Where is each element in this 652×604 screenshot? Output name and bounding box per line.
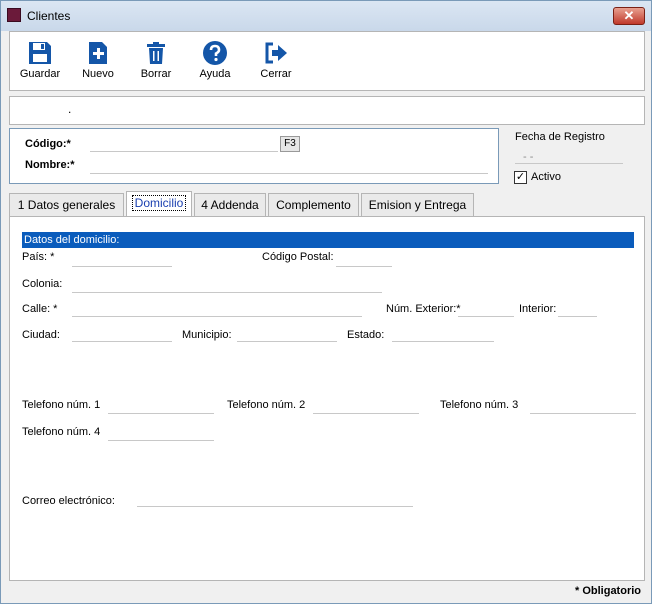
- correo-label: Correo electrónico:: [22, 495, 115, 507]
- activo-checkbox[interactable]: ✓: [514, 171, 527, 184]
- estado-label: Estado:: [347, 329, 385, 341]
- municipio-field[interactable]: [237, 341, 337, 342]
- calle-label: Calle: *: [22, 303, 58, 315]
- tab-bar: 1 Datos generales Domicilio 4 Addenda Co…: [9, 191, 649, 218]
- pais-label: País: *: [22, 251, 55, 263]
- info-bar: .: [9, 96, 645, 125]
- fecha-registro-value[interactable]: - -: [523, 151, 533, 163]
- clientes-window: Clientes ✕ Guardar Nuevo Borrar Ayuda Ce…: [0, 0, 652, 604]
- fecha-registro-label: Fecha de Registro: [515, 131, 605, 143]
- nombre-label: Nombre:*: [25, 159, 75, 171]
- tel4-field[interactable]: [108, 440, 214, 441]
- tab-addenda[interactable]: 4 Addenda: [194, 193, 266, 217]
- title-bar[interactable]: Clientes ✕: [1, 1, 651, 31]
- tel3-field[interactable]: [530, 413, 636, 414]
- tab-complemento[interactable]: Complemento: [268, 193, 359, 217]
- delete-label: Borrar: [140, 68, 172, 80]
- new-document-icon: [89, 42, 107, 64]
- colonia-label: Colonia:: [22, 278, 63, 290]
- interior-label: Interior:: [519, 303, 557, 315]
- close-button[interactable]: ✕: [613, 7, 645, 25]
- identity-box: Código:* F3 Nombre:*: [9, 128, 499, 184]
- new-button[interactable]: Nuevo: [70, 40, 126, 86]
- pais-field[interactable]: [72, 266, 172, 267]
- nombre-field[interactable]: [90, 173, 488, 174]
- obligatorio-note: * Obligatorio: [575, 585, 641, 597]
- save-icon: [29, 42, 51, 64]
- tel2-field[interactable]: [313, 413, 419, 414]
- tel3-label: Telefono núm. 3: [440, 399, 519, 411]
- close-form-label: Cerrar: [260, 68, 292, 80]
- codigo-postal-label: Código Postal:: [262, 251, 334, 263]
- codigo-label: Código:*: [25, 138, 71, 150]
- tel1-field[interactable]: [108, 413, 214, 414]
- app-icon: [7, 8, 21, 22]
- save-label: Guardar: [19, 68, 61, 80]
- codigo-postal-field[interactable]: [336, 266, 392, 267]
- tab-datos-generales[interactable]: 1 Datos generales: [9, 193, 124, 217]
- domicilio-panel: Datos del domicilio: País: * Código Post…: [9, 216, 645, 581]
- codigo-field[interactable]: [90, 151, 278, 152]
- tel1-label: Telefono núm. 1: [22, 399, 101, 411]
- num-exterior-label: Núm. Exterior:*: [386, 303, 461, 315]
- ciudad-field[interactable]: [72, 341, 172, 342]
- toolbar: Guardar Nuevo Borrar Ayuda Cerrar: [9, 31, 645, 91]
- delete-button[interactable]: Borrar: [128, 40, 184, 86]
- trash-icon: [147, 42, 165, 64]
- fecha-registro-underline: [515, 163, 623, 164]
- new-label: Nuevo: [82, 68, 114, 80]
- correo-field[interactable]: [137, 506, 413, 507]
- tab-domicilio-label: Domicilio: [131, 195, 187, 211]
- help-icon: [203, 41, 227, 65]
- ciudad-label: Ciudad:: [22, 329, 60, 341]
- save-button[interactable]: Guardar: [12, 40, 68, 86]
- help-button[interactable]: Ayuda: [187, 40, 243, 86]
- interior-field[interactable]: [558, 316, 597, 317]
- municipio-label: Municipio:: [182, 329, 232, 341]
- close-form-button[interactable]: Cerrar: [248, 40, 304, 86]
- tel4-label: Telefono núm. 4: [22, 426, 101, 438]
- tab-domicilio[interactable]: Domicilio: [126, 191, 192, 218]
- f3-lookup-button[interactable]: F3: [280, 136, 300, 152]
- colonia-field[interactable]: [72, 292, 382, 293]
- tel2-label: Telefono núm. 2: [227, 399, 306, 411]
- section-header: Datos del domicilio:: [22, 232, 634, 248]
- num-exterior-field[interactable]: [458, 316, 514, 317]
- window-title: Clientes: [27, 9, 71, 23]
- calle-field[interactable]: [72, 316, 362, 317]
- info-text: .: [68, 102, 72, 116]
- tab-emision-entrega[interactable]: Emision y Entrega: [361, 193, 474, 217]
- help-label: Ayuda: [199, 68, 231, 80]
- exit-icon: [265, 42, 287, 64]
- estado-field[interactable]: [392, 341, 494, 342]
- activo-label: Activo: [531, 171, 561, 183]
